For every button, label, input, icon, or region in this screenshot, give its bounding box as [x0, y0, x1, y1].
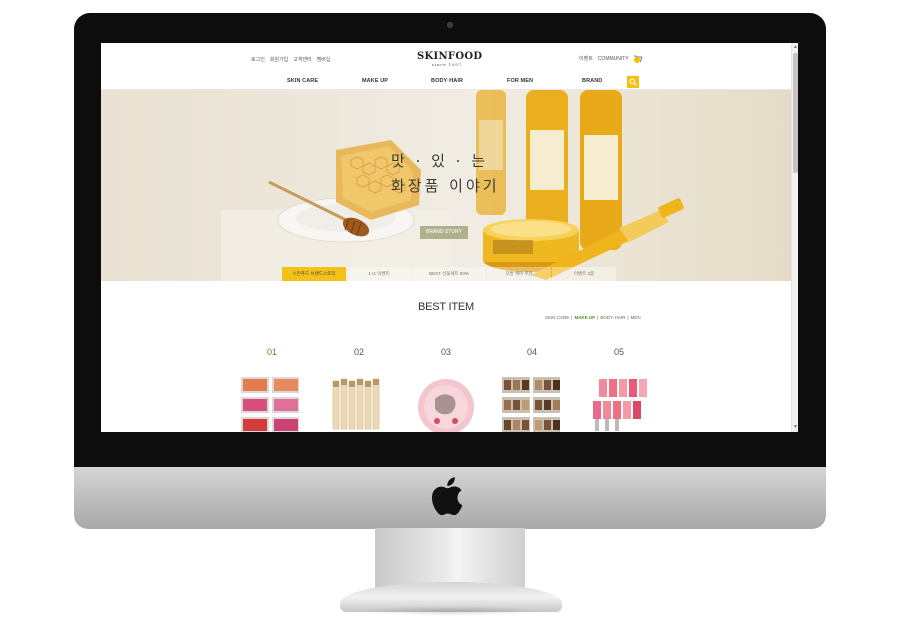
rank-number-2: 02 — [354, 347, 365, 357]
search-button[interactable] — [627, 76, 639, 88]
hero-tab-3[interactable]: BEST 선물세트 50% — [412, 267, 486, 281]
scroll-down-icon[interactable]: ▼ — [793, 425, 798, 430]
logo-subtitle: since 1957 — [432, 62, 462, 67]
top-link-membership[interactable]: 멤버십 — [317, 56, 331, 63]
nav-skin-care[interactable]: SKIN CARE — [287, 78, 318, 84]
hero-tab-4[interactable]: 모발 케어 추천 — [487, 267, 551, 281]
vertical-scrollbar[interactable]: ▲ ▼ — [791, 43, 798, 432]
brand-story-button[interactable]: BRAND STORY — [420, 226, 468, 239]
hero-tab-5[interactable]: 이벤트 3종 — [552, 267, 616, 281]
filter-separator: | — [627, 315, 629, 320]
main-nav: SKIN CARE MAKE UP BODY·HAIR FOR MEN BRAN… — [101, 73, 791, 89]
stand-shadow — [355, 606, 545, 616]
filter-separator: | — [597, 315, 599, 320]
logo-text: SKINFOOD — [417, 51, 483, 62]
product-image-5[interactable] — [589, 377, 647, 432]
nav-make-up[interactable]: MAKE UP — [362, 78, 388, 84]
best-item-title: BEST ITEM — [417, 301, 475, 313]
browser-screen: 로그인 회원가입 고객센터 멤버십 SKINFOOD since 1957 이벤… — [101, 43, 798, 432]
link-event[interactable]: 이벤트 — [579, 55, 593, 62]
top-link-join[interactable]: 회원가입 — [270, 56, 288, 63]
hero-headline-1: 맛 · 있 · 는 — [391, 152, 489, 170]
best-filter-bar: SKIN CARE | MAKE UP | BODY·HAIR | MEN — [545, 315, 641, 320]
rank-number-1: 01 — [267, 347, 278, 357]
rank-number-3: 03 — [441, 347, 452, 357]
top-link-customer-center[interactable]: 고객센터 — [293, 56, 311, 63]
scroll-up-icon[interactable]: ▲ — [793, 45, 798, 50]
hero-tab-1[interactable]: 스킨푸드 브랜드스토리 — [282, 267, 346, 281]
nav-body-hair[interactable]: BODY·HAIR — [431, 78, 463, 84]
product-image-4[interactable] — [502, 377, 560, 432]
top-links: 로그인 회원가입 고객센터 멤버십 — [251, 56, 330, 63]
scroll-thumb[interactable] — [793, 53, 798, 173]
hero-tab-2[interactable]: 1+1 이벤트 — [347, 267, 411, 281]
hero-headline-2: 화장품 이야기 — [391, 177, 500, 195]
link-community[interactable]: COMMUNITY — [598, 56, 629, 62]
rank-number-5: 05 — [614, 347, 625, 357]
product-image-2[interactable] — [329, 377, 387, 432]
camera-dot — [447, 22, 453, 28]
rank-number-4: 04 — [527, 347, 538, 357]
imac-stand-neck — [375, 528, 525, 590]
filter-body-hair[interactable]: BODY·HAIR — [600, 315, 625, 320]
filter-make-up[interactable]: MAKE UP — [574, 315, 595, 320]
search-icon — [629, 78, 637, 86]
hero-banner[interactable]: 맛 · 있 · 는 화장품 이야기 BRAND STORY 스킨푸드 브랜드스토… — [101, 90, 791, 281]
filter-skin-care[interactable]: SKIN CARE — [545, 315, 569, 320]
cart-count-badge — [634, 57, 640, 63]
product-image-3[interactable] — [417, 377, 475, 432]
site-logo[interactable]: SKINFOOD since 1957 — [417, 51, 483, 67]
filter-separator: | — [571, 315, 573, 320]
top-link-login[interactable]: 로그인 — [251, 56, 265, 63]
product-image-1[interactable] — [241, 377, 299, 432]
nav-for-men[interactable]: FOR MEN — [507, 78, 533, 84]
hero-tabs: 스킨푸드 브랜드스토리 1+1 이벤트 BEST 선물세트 50% 모발 케어 … — [282, 267, 617, 281]
nav-brand[interactable]: BRAND — [582, 78, 602, 84]
apple-logo-icon — [431, 477, 463, 516]
hero-copy: 맛 · 있 · 는 화장품 이야기 — [391, 150, 500, 196]
filter-men[interactable]: MEN — [631, 315, 641, 320]
